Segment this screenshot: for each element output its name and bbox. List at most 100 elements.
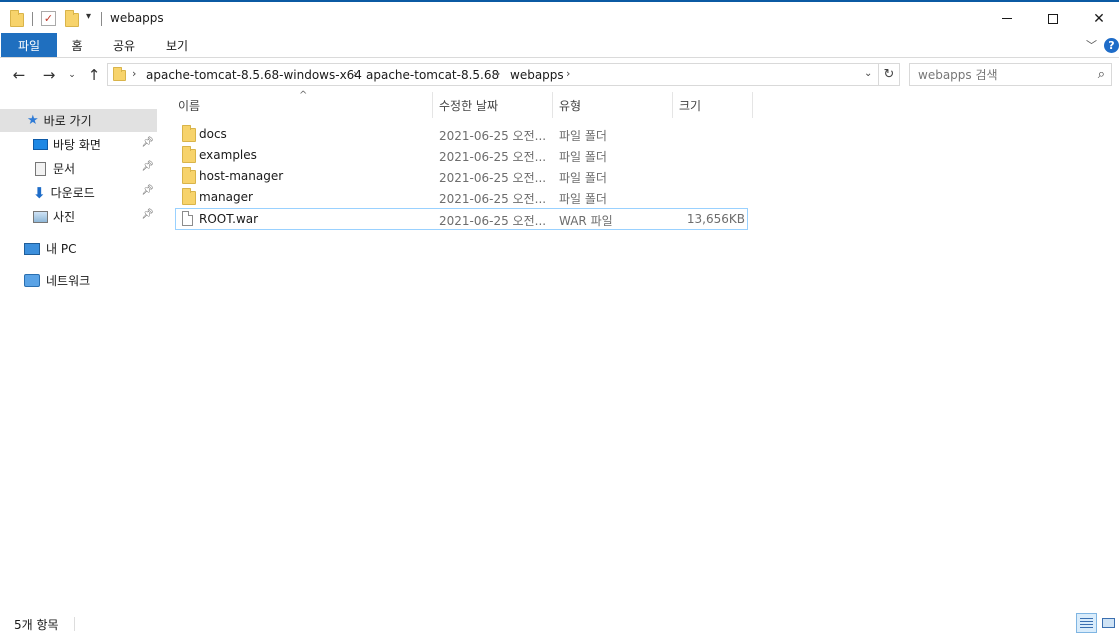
file-type: WAR 파일 (559, 214, 613, 228)
download-icon: ⬇ (33, 183, 46, 202)
folder-icon (182, 167, 196, 184)
nav-item-desktop[interactable]: 바탕 화면 📌︎ (0, 133, 157, 156)
minimize-button[interactable] (984, 2, 1030, 35)
status-bar: 5개 항목 (0, 608, 1119, 636)
breadcrumb-item[interactable]: apache-tomcat-8.5.68-windows-x64 (146, 68, 362, 82)
file-list: ^ 이름 수정한 날짜 유형 크기 docs 2021-06-25 오전... … (160, 90, 1119, 604)
nav-item-pictures[interactable]: 사진 📌︎ (0, 205, 157, 228)
new-folder-icon[interactable] (65, 10, 79, 27)
maximize-icon (1048, 13, 1058, 24)
column-header-modified[interactable]: 수정한 날짜 (439, 92, 552, 118)
forward-button[interactable]: → (39, 65, 59, 85)
chevron-down-icon: ⌄ (68, 70, 76, 80)
search-input[interactable] (918, 67, 1088, 83)
pin-icon[interactable]: 📌︎ (141, 137, 154, 148)
column-header-label: 크기 (679, 98, 702, 113)
file-size: 13,656KB (686, 212, 745, 226)
file-name: docs (199, 127, 227, 141)
star-icon: ★ (27, 113, 39, 128)
item-count: 5개 항목 (14, 618, 59, 632)
nav-item-label: 사진 (53, 210, 76, 224)
file-row[interactable]: examples 2021-06-25 오전... 파일 폴더 (175, 145, 748, 165)
details-view-icon (1080, 617, 1093, 629)
help-icon[interactable]: ? (1104, 38, 1119, 53)
arrow-up-icon: ↑ (87, 66, 101, 84)
large-icons-view-button[interactable] (1098, 613, 1119, 633)
address-bar[interactable]: › apache-tomcat-8.5.68-windows-x64 › apa… (107, 63, 879, 86)
nav-item-label: 네트워크 (46, 274, 91, 288)
tab-file[interactable]: 파일 (1, 33, 57, 57)
file-row[interactable]: ROOT.war 2021-06-25 오전... WAR 파일 13,656K… (175, 208, 748, 230)
pin-icon[interactable]: 📌︎ (141, 209, 154, 220)
column-header-size[interactable]: 크기 (679, 92, 752, 118)
file-name: examples (199, 148, 257, 162)
nav-item-documents[interactable]: 문서 📌︎ (0, 157, 157, 180)
breadcrumb-item[interactable]: apache-tomcat-8.5.68 (366, 68, 499, 82)
nav-item-quick-access[interactable]: ★ 바로 가기 (0, 109, 157, 132)
file-modified: 2021-06-25 오전... (439, 214, 547, 228)
network-icon (24, 274, 40, 287)
column-divider[interactable] (672, 92, 673, 118)
file-name: manager (199, 190, 253, 204)
recent-locations-button[interactable]: ⌄ (65, 65, 79, 85)
column-header-name[interactable]: 이름 (178, 92, 432, 118)
search-icon[interactable]: ⌕ (1098, 67, 1105, 82)
column-divider[interactable] (432, 92, 433, 118)
large-icons-view-icon (1102, 618, 1115, 628)
computer-icon (24, 242, 40, 255)
nav-item-label: 문서 (53, 162, 76, 176)
nav-item-label: 내 PC (46, 242, 77, 256)
nav-item-this-pc[interactable]: 내 PC (0, 237, 157, 260)
file-row[interactable]: host-manager 2021-06-25 오전... 파일 폴더 (175, 166, 748, 186)
nav-item-label: 바로 가기 (43, 114, 92, 128)
details-view-button[interactable] (1076, 613, 1097, 633)
up-button[interactable]: ↑ (84, 65, 104, 85)
file-type: 파일 폴더 (559, 192, 607, 206)
customize-toolbar-icon[interactable]: ▾ (86, 11, 91, 22)
desktop-icon (33, 139, 48, 150)
back-button[interactable]: ← (9, 65, 29, 85)
maximize-button[interactable] (1030, 2, 1076, 35)
nav-item-label: 바탕 화면 (53, 138, 101, 152)
chevron-right-icon[interactable]: › (132, 67, 136, 80)
ribbon: 파일 홈 공유 보기 ﹀ ? (0, 33, 1119, 58)
column-header-label: 유형 (559, 98, 582, 113)
close-button[interactable]: ✕ (1076, 2, 1119, 35)
address-dropdown-icon[interactable]: ⌄ (864, 68, 872, 79)
tab-share[interactable]: 공유 (102, 33, 146, 57)
column-divider[interactable] (752, 92, 753, 118)
column-divider[interactable] (552, 92, 553, 118)
folder-icon (182, 125, 196, 142)
breadcrumb-item[interactable]: webapps (510, 68, 564, 82)
chevron-right-icon[interactable]: › (353, 67, 357, 80)
file-modified: 2021-06-25 오전... (439, 129, 547, 143)
refresh-button[interactable]: ↻ (879, 63, 900, 86)
file-name: ROOT.war (199, 212, 259, 226)
folder-icon (113, 67, 126, 81)
close-icon: ✕ (1093, 10, 1105, 27)
search-box[interactable]: ⌕ (909, 63, 1112, 86)
tab-home[interactable]: 홈 (58, 33, 96, 57)
pin-icon[interactable]: 📌︎ (141, 161, 154, 172)
column-header-type[interactable]: 유형 (559, 92, 672, 118)
refresh-icon: ↻ (883, 67, 895, 82)
file-row[interactable]: manager 2021-06-25 오전... 파일 폴더 (175, 187, 748, 207)
chevron-right-icon[interactable]: › (496, 67, 500, 80)
navigation-pane: ★ 바로 가기 바탕 화면 📌︎ 문서 📌︎ ⬇ 다운로드 📌︎ 사진 📌︎ 내… (0, 92, 160, 604)
arrow-left-icon: ← (12, 66, 26, 84)
pictures-icon (33, 210, 48, 223)
file-modified: 2021-06-25 오전... (439, 192, 547, 206)
file-type: 파일 폴더 (559, 129, 607, 143)
pin-icon[interactable]: 📌︎ (141, 185, 154, 196)
document-icon (35, 161, 46, 176)
nav-item-downloads[interactable]: ⬇ 다운로드 📌︎ (0, 181, 157, 204)
expand-ribbon-icon[interactable]: ﹀ (1086, 37, 1097, 53)
file-row[interactable]: docs 2021-06-25 오전... 파일 폴더 (175, 124, 748, 144)
divider (32, 12, 33, 26)
properties-icon[interactable]: ✓ (41, 11, 56, 26)
file-type: 파일 폴더 (559, 150, 607, 164)
chevron-right-icon[interactable]: › (566, 67, 570, 80)
folder-icon (182, 146, 196, 163)
tab-view[interactable]: 보기 (154, 33, 200, 57)
nav-item-network[interactable]: 네트워크 (0, 269, 157, 292)
